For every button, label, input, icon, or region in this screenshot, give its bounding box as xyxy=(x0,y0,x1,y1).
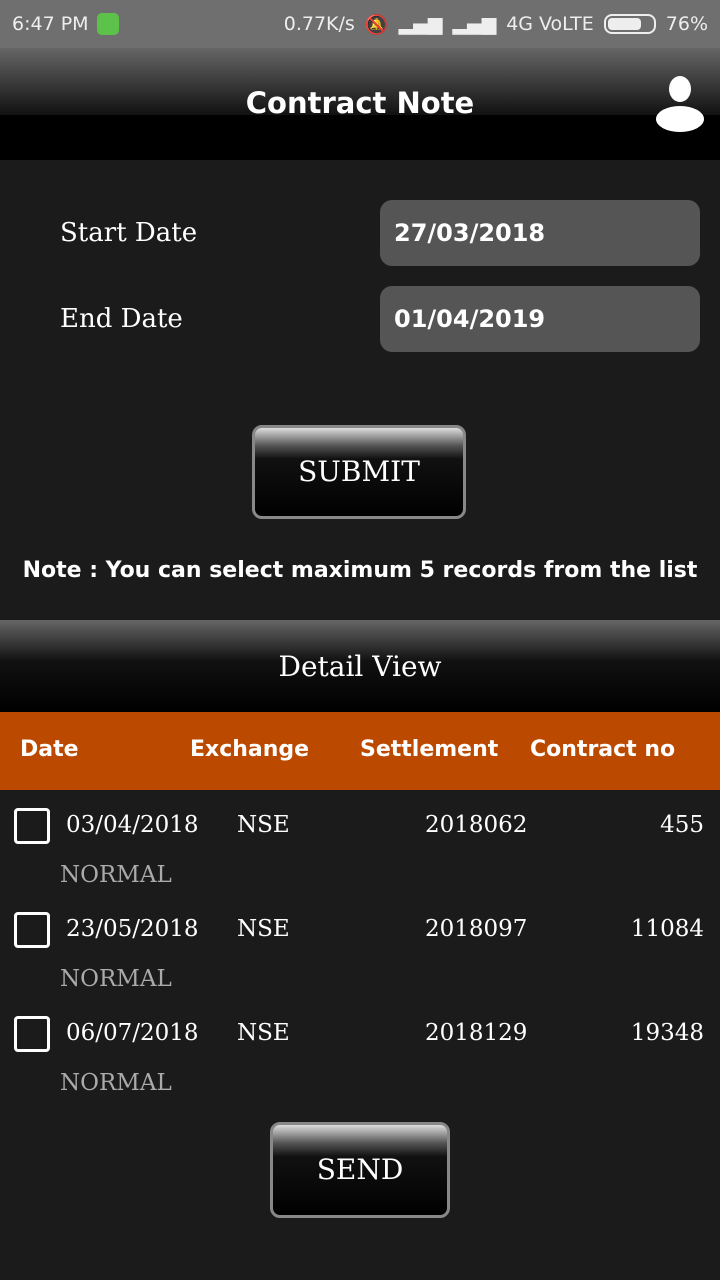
end-date-field[interactable]: 01/04/2019 xyxy=(380,286,700,352)
table-row[interactable]: 06/07/2018 NSE 2018129 19348 NORMAL xyxy=(0,998,720,1092)
detail-view-header: Detail View xyxy=(0,620,720,712)
row-contract: 11084 xyxy=(630,916,704,942)
battery-icon xyxy=(603,14,656,34)
submit-button[interactable]: SUBMIT xyxy=(252,425,466,519)
end-date-label: End Date xyxy=(60,304,183,334)
row-date: 03/04/2018 xyxy=(66,812,199,838)
start-date-label: Start Date xyxy=(60,218,198,248)
col-settlement: Settlement xyxy=(360,737,499,762)
row-exchange: NSE xyxy=(237,1020,290,1046)
app-notification-icon xyxy=(96,13,119,35)
selection-note: Note : You can select maximum 5 records … xyxy=(22,558,698,583)
row-type: NORMAL xyxy=(60,862,172,888)
status-bar: 6:47 PM 0.77K/s 🔕 ▂▄▆ ▂▄▆ 4G VoLTE 76% xyxy=(0,0,720,48)
network-speed: 0.77K/s xyxy=(283,13,355,35)
row-settlement: 2018097 xyxy=(425,916,528,942)
col-date: Date xyxy=(20,737,79,762)
row-contract: 19348 xyxy=(630,1020,704,1046)
row-checkbox[interactable] xyxy=(14,1016,50,1052)
signal-icon-2: ▂▄▆ xyxy=(452,13,497,35)
detail-view-title: Detail View xyxy=(278,650,442,683)
start-date-field[interactable]: 27/03/2018 xyxy=(380,200,700,266)
row-type: NORMAL xyxy=(60,1070,172,1092)
network-type: 4G VoLTE xyxy=(506,13,594,35)
send-button[interactable]: SEND xyxy=(270,1122,450,1218)
user-icon[interactable] xyxy=(656,76,704,134)
row-settlement: 2018129 xyxy=(425,1020,528,1046)
row-date: 06/07/2018 xyxy=(66,1020,199,1046)
page-title: Contract Note xyxy=(245,86,475,120)
table-row[interactable]: 03/04/2018 NSE 2018062 455 NORMAL xyxy=(0,790,720,894)
signal-icon: ▂▄▆ xyxy=(398,13,443,35)
row-exchange: NSE xyxy=(237,916,290,942)
table-header: Date Exchange Settlement Contract no xyxy=(0,712,720,790)
table-row[interactable]: 23/05/2018 NSE 2018097 11084 NORMAL xyxy=(0,894,720,998)
battery-percent: 76% xyxy=(665,13,708,35)
mute-icon: 🔕 xyxy=(364,13,389,36)
row-contract: 455 xyxy=(660,812,704,838)
row-settlement: 2018062 xyxy=(425,812,528,838)
row-type: NORMAL xyxy=(60,966,172,992)
row-checkbox[interactable] xyxy=(14,808,50,844)
row-date: 23/05/2018 xyxy=(66,916,199,942)
time: 6:47 PM xyxy=(12,13,89,35)
row-exchange: NSE xyxy=(237,812,290,838)
col-contract-no: Contract no xyxy=(530,737,676,762)
row-checkbox[interactable] xyxy=(14,912,50,948)
col-exchange: Exchange xyxy=(190,737,310,762)
